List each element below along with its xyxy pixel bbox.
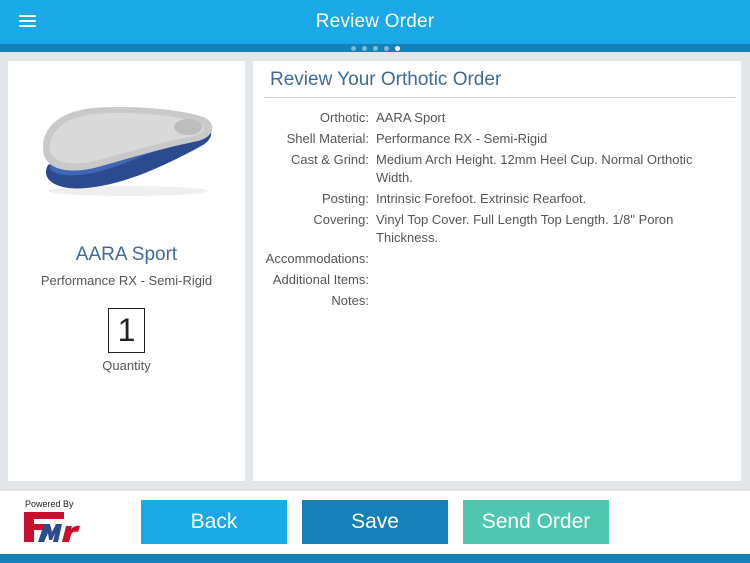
detail-row-shell-material: Shell Material: Performance RX - Semi-Ri…: [253, 130, 741, 148]
quantity-label: Quantity: [102, 358, 151, 373]
page-dot: [361, 45, 367, 51]
bottom-bar: [0, 554, 750, 563]
save-button[interactable]: Save: [302, 500, 448, 544]
app-header: Review Order: [0, 0, 750, 44]
page-indicator: [0, 44, 750, 52]
detail-label: Posting:: [322, 191, 369, 206]
divider: [265, 97, 735, 98]
detail-label: Accommodations:: [265, 251, 369, 266]
page-title: Review Order: [315, 11, 435, 32]
detail-row-accommodations: Accommodations:: [253, 250, 741, 268]
detail-row-cast-grind: Cast & Grind: Medium Arch Height. 12mm H…: [253, 151, 741, 187]
product-name: AARA Sport: [75, 244, 178, 265]
detail-label: Notes:: [331, 293, 369, 308]
detail-label: Additional Items:: [272, 272, 369, 287]
back-button[interactable]: Back: [141, 500, 287, 544]
footer-toolbar: Powered By Back Save Send Order: [0, 491, 750, 554]
detail-value: Vinyl Top Cover. Full Length Top Length.…: [376, 212, 674, 245]
detail-row-posting: Posting: Intrinsic Forefoot. Extrinsic R…: [253, 190, 741, 208]
page-dot: [372, 45, 378, 51]
detail-value: [376, 250, 726, 268]
detail-value: [376, 292, 726, 310]
insole-image: [43, 107, 213, 196]
send-order-button[interactable]: Send Order: [463, 500, 609, 544]
detail-row-orthotic: Orthotic: AARA Sport: [253, 109, 741, 127]
detail-label: Orthotic:: [319, 110, 369, 125]
page-dot: [383, 45, 389, 51]
hamburger-menu-icon[interactable]: [19, 15, 36, 29]
detail-label: Cast & Grind:: [290, 152, 369, 167]
detail-value: Medium Arch Height. 12mm Heel Cup. Norma…: [376, 152, 693, 185]
review-title: Review Your Orthotic Order: [270, 69, 502, 90]
page-dot-active: [394, 45, 400, 51]
detail-value: Intrinsic Forefoot. Extrinsic Rearfoot.: [376, 191, 587, 206]
detail-label: Shell Material:: [286, 131, 369, 146]
product-summary-panel: AARA Sport Performance RX - Semi-Rigid 1…: [8, 61, 245, 481]
detail-label: Covering:: [313, 212, 369, 227]
detail-value: Performance RX - Semi-Rigid: [376, 131, 548, 146]
product-material: Performance RX - Semi-Rigid: [40, 273, 213, 288]
detail-row-covering: Covering: Vinyl Top Cover. Full Length T…: [253, 211, 741, 247]
fmr-logo: [24, 512, 80, 542]
quantity-field[interactable]: 1: [108, 308, 145, 353]
detail-value: AARA Sport: [376, 110, 446, 125]
page-dot: [350, 45, 356, 51]
order-details: Orthotic: AARA Sport Shell Material: Per…: [253, 109, 741, 313]
order-review-panel: Review Your Orthotic Order Orthotic: AAR…: [253, 61, 741, 481]
powered-by-label: Powered By: [25, 499, 74, 509]
detail-row-notes: Notes:: [253, 292, 741, 310]
detail-row-additional-items: Additional Items:: [253, 271, 741, 289]
detail-value: [376, 271, 726, 289]
